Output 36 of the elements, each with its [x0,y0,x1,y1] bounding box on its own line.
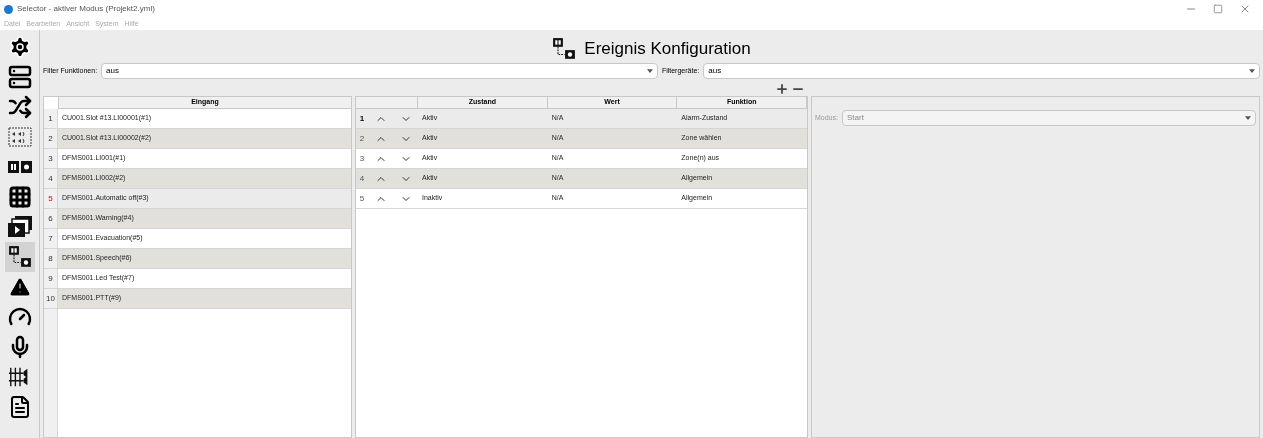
row-number: 7 [44,229,58,248]
settings-icon [7,35,32,59]
row-number: 5 [358,192,366,205]
row-number: 6 [44,209,58,228]
dropdown-arrow-icon [646,69,653,73]
row-number: 10 [44,289,58,308]
two-boxes-icon [7,161,32,173]
window-title: Selector - aktiver Modus (Projekt2.yml) [17,3,155,15]
row-number: 4 [358,172,366,185]
shuffle-icon [7,95,32,119]
event-config-icon [552,37,577,61]
sidebar-item[interactable] [4,242,35,272]
row-number: 9 [44,269,58,288]
event-config-icon [7,245,32,269]
page-heading: Ereignis Konfiguration [584,38,751,61]
server-icon [7,65,32,89]
media-stack-icon [7,215,32,239]
add-icon[interactable] [775,82,789,96]
row-number: 3 [44,149,58,168]
filter-dropdown[interactable]: aus [101,63,658,79]
app-logo-icon [4,4,13,14]
row-number: 8 [44,249,58,268]
row-number: 1 [44,109,58,128]
row-number: 5 [44,189,58,208]
grid-icon [7,185,32,209]
warning-icon [7,275,32,299]
row-number: 2 [44,129,58,148]
close-icon[interactable] [1239,3,1251,15]
dropdown-arrow-icon [1245,116,1251,120]
filter-dropdown[interactable]: aus [703,63,1260,79]
row-number: 1 [358,112,366,125]
dropdown-arrow-icon [1249,69,1255,73]
speaker-grid-icon [7,127,32,147]
row-number: 4 [44,169,58,188]
row-number: 3 [358,152,366,165]
row-number: 2 [358,132,366,145]
